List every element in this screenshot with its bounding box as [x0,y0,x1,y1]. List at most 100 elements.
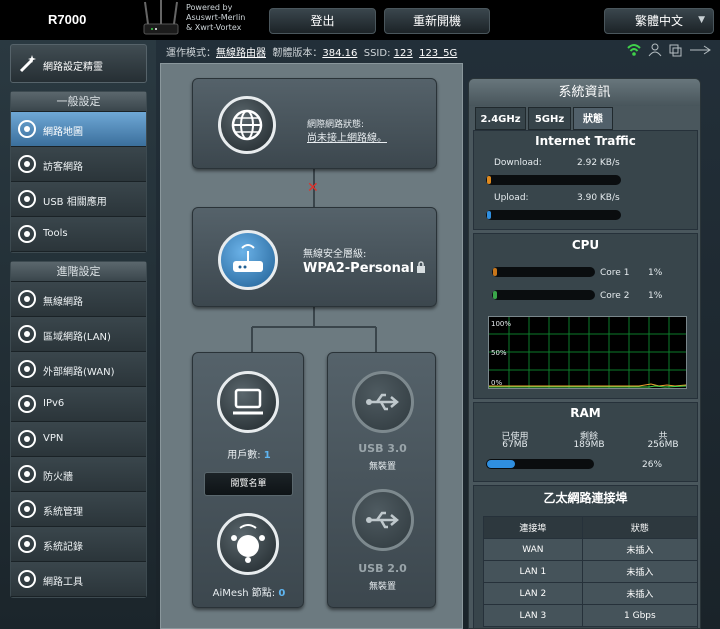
core1-bar [492,267,595,277]
view-list-button[interactable]: 閱覽名單 [204,472,293,496]
operation-mode-link[interactable]: 無線路由器 [216,48,266,59]
router-card[interactable]: 無線安全層級: WPA2-Personal [192,207,437,307]
status-icons [627,43,711,57]
router-model: R7000 [48,12,87,27]
usb-status-icon[interactable] [690,45,711,55]
wan-icon [18,360,36,378]
core2-label: Core 2 [600,291,630,301]
upload-bar-fill [487,211,491,219]
sidebar-item-firewall[interactable]: 防火牆 [11,457,146,492]
clients-count[interactable]: 1 [264,450,271,461]
sidebar-item-usb[interactable]: USB 相關應用 [11,182,146,217]
sidebar-item-label: 網路地圖 [43,127,83,138]
usb-card: USB 3.0 無裝置 USB 2.0 無裝置 [327,352,436,608]
sidebar-item-label: 訪客網路 [43,162,83,173]
internet-card[interactable]: 網際網路狀態: 尚未接上網路線。 [192,78,437,169]
aimesh-circle[interactable] [217,513,279,575]
ethernet-ports-section: 乙太網路連接埠 連接埠 狀態 WAN 未插入 LAN 1 未插入 LAN 2 未插入 LAN… [473,485,699,628]
sidebar-item-syslog[interactable]: 系統記錄 [11,527,146,562]
port-status-cell: 未插入 [581,582,699,605]
ram-percent: 26% [642,460,663,470]
cpu-title: CPU [571,238,600,252]
usb2-circle[interactable] [352,489,414,551]
usb-icon [18,190,36,208]
tab-status[interactable]: 狀態 [573,107,613,130]
sidebar-item-ipv6[interactable]: IPv6 [11,387,146,422]
disconnected-icon: ✕ [307,180,319,196]
usb1-label: USB 3.0 [358,442,407,455]
status-bar: 運作模式：無線路由器 韌體版本：384.16 SSID: 123 123_5G [166,48,458,59]
quick-setup-button[interactable]: 網路設定精靈 [10,44,147,83]
port-status-cell: 1 Gbps [581,604,699,627]
copy-icon[interactable] [669,44,682,57]
cpu-graph-grid [489,317,687,388]
sidebar-item-label: USB 相關應用 [43,197,107,208]
ssid-24-link[interactable]: 123 [394,48,413,59]
lock-icon [417,261,425,273]
logout-button[interactable]: 登出 [269,8,376,34]
aimesh-count[interactable]: 0 [278,588,285,599]
users-icon[interactable] [648,43,662,57]
sidebar-item-label: 系統記錄 [43,542,83,553]
internet-status-value[interactable]: 尚未接上網路線。 [307,129,387,144]
clients-count-row: 用戶數: 1 [227,450,271,461]
router-admin-page: R7000 Powered by Asuswrt-Merlin & Xwrt-V… [0,0,720,629]
advanced-settings-header: 進階設定 [11,262,146,282]
globe-icon [231,109,263,141]
firmware-link[interactable]: 384.16 [322,48,357,59]
table-row: WAN 未插入 [483,538,699,561]
upload-value: 3.90 KB/s [577,193,620,203]
port-status-cell: 未插入 [581,560,699,583]
sidebar-item-label: 防火牆 [43,472,73,483]
upload-label: Upload: [494,193,529,203]
top-header: R7000 Powered by Asuswrt-Merlin & Xwrt-V… [0,0,720,40]
chevron-down-icon: ▼ [698,15,705,25]
core1-label: Core 1 [600,268,630,278]
graph-label-100: 100% [491,320,512,328]
language-select[interactable]: 繁體中文 ▼ [604,8,714,34]
column-header-port: 連接埠 [483,516,583,539]
sidebar-item-network-map[interactable]: 網路地圖 [11,112,146,147]
wifi-icon[interactable] [627,44,641,56]
ram-total-value: 256MB [647,440,679,450]
ethernet-ports-table: 連接埠 狀態 WAN 未插入 LAN 1 未插入 LAN 2 未插入 LAN 31 Gbps [483,516,699,627]
advanced-settings-menu: 進階設定 無線網路區域網路(LAN) 外部網路(WAN) IPv6 VPN 防火牆系統管… [10,261,147,598]
reboot-button[interactable]: 重新開機 [384,8,490,34]
sidebar-item-admin[interactable]: 系統管理 [11,492,146,527]
port-name-cell: LAN 2 [483,582,583,605]
usb1-circle[interactable] [352,371,414,433]
sidebar-item-lan[interactable]: 區域網路(LAN) [11,317,146,352]
network-map-panel: ✕ 網際網路狀態: 尚未接上網路線。 無線安全層級: WPA2-Personal… [160,63,463,629]
download-label: Download: [494,158,542,168]
port-status-cell: 未插入 [581,538,699,561]
sidebar-item-network-tools[interactable]: 網路工具 [11,562,146,597]
sidebar-item-wireless[interactable]: 無線網路 [11,282,146,317]
clients-card[interactable]: 用戶數: 1 閱覽名單 AiMesh 節點: 0 [192,352,304,608]
sidebar-item-vpn[interactable]: VPN [11,422,146,457]
download-value: 2.92 KB/s [577,158,620,168]
tab-24ghz[interactable]: 2.4GHz [475,107,526,130]
port-name-cell: LAN 3 [483,604,583,627]
sidebar-item-wrench[interactable]: Tools [11,217,146,252]
ram-bar-fill [487,460,515,468]
security-level-value: WPA2-Personal [303,261,415,276]
core2-value: 1% [648,291,663,301]
tab-5ghz[interactable]: 5GHz [528,107,571,130]
advanced-menu-list: 無線網路區域網路(LAN) 外部網路(WAN) IPv6 VPN 防火牆系統管理系統記錄… [11,282,146,597]
port-name-cell: WAN [483,538,583,561]
wrench-icon [18,225,36,243]
sidebar-item-wan[interactable]: 外部網路(WAN) [11,352,146,387]
ipv6-icon [18,395,36,413]
admin-icon [18,500,36,518]
usb2-status: 無裝置 [368,582,396,592]
ethernet-title: 乙太網路連接埠 [543,491,628,505]
sidebar-item-label: 網路工具 [43,577,83,588]
ram-title: RAM [570,406,601,420]
powered-by-text: Powered by Asuswrt-Merlin & Xwrt-Vortex [186,3,246,32]
monitor-icon [233,388,263,415]
ssid-5g-link[interactable]: 123_5G [419,48,457,59]
lan-icon [18,325,36,343]
ethernet-table-body: WAN 未插入 LAN 1 未插入 LAN 2 未插入 LAN 31 Gbps [483,538,699,627]
sidebar-item-guest-network[interactable]: 訪客網路 [11,147,146,182]
sidebar-item-label: 區域網路(LAN) [43,332,111,343]
